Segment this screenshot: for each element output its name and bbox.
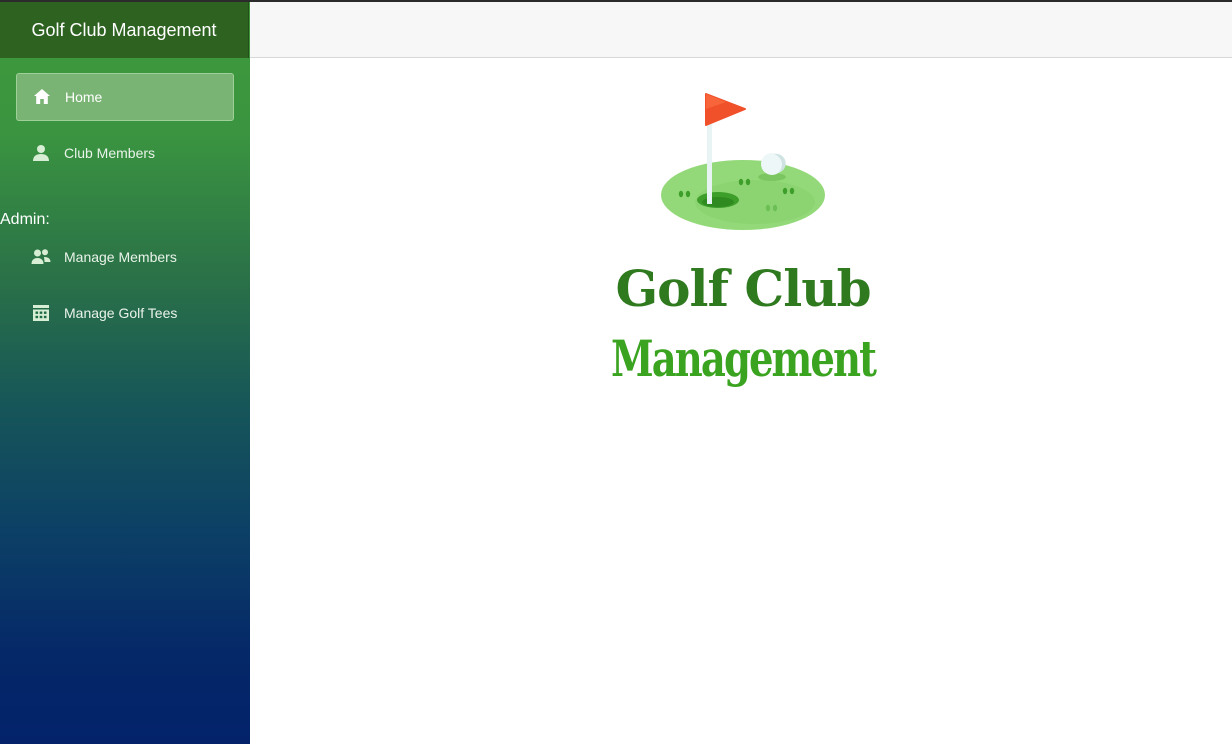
sidebar-item-manage-golf-tees[interactable]: Manage Golf Tees [16,289,234,337]
admin-section-label: Admin: [0,211,50,228]
sidebar: Golf Club Management Home Club Members A… [0,0,250,744]
sidebar-item-manage-members[interactable]: Manage Members [16,233,234,281]
sidebar-item-label: Manage Golf Tees [64,305,178,321]
sidebar-item-home[interactable]: Home [16,73,234,121]
sidebar-item-club-members[interactable]: Club Members [16,129,234,177]
home-icon [32,87,52,107]
users-icon [31,247,51,267]
sidebar-item-label: Club Members [64,145,156,161]
calendar-icon [31,303,51,323]
window-top-border [0,0,1232,2]
logo-text-line1: Golf Club [615,259,870,318]
logo-text-line2: Management [611,329,877,388]
sidebar-item-label: Home [65,89,103,105]
sidebar-item-label: Manage Members [64,249,177,265]
golf-club-logo: Golf Club Management [600,84,890,404]
golf-logo-graphic: Golf Club Management [611,93,879,388]
user-icon [31,143,51,163]
top-bar [250,2,1232,58]
app-brand[interactable]: Golf Club Management [0,2,249,58]
